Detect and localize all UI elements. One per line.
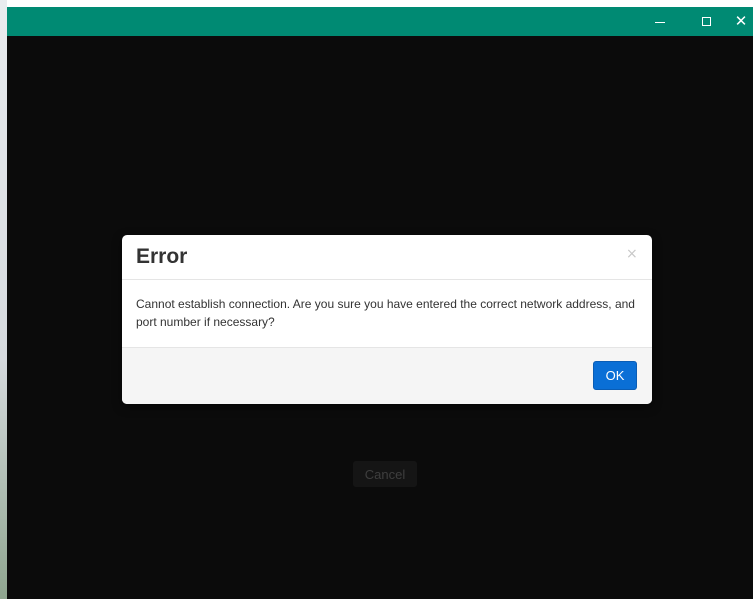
dialog-title: Error [136, 245, 188, 268]
minimize-icon [655, 22, 665, 23]
dialog-close-icon[interactable]: × [626, 246, 638, 262]
minimize-button[interactable] [637, 7, 683, 36]
title-bar[interactable]: ✕ [7, 7, 753, 36]
app-window: ✕ Cancel Error × Cannot establish connec… [7, 7, 753, 599]
desktop-edge [0, 0, 7, 599]
close-window-button[interactable]: ✕ [729, 7, 753, 36]
cancel-button[interactable]: Cancel [353, 461, 417, 487]
close-icon: ✕ [734, 12, 748, 30]
maximize-icon [701, 17, 711, 26]
maximize-button[interactable] [683, 7, 729, 36]
ok-button[interactable]: OK [593, 361, 637, 390]
dialog-header: Error × [122, 235, 652, 280]
dialog-message: Cannot establish connection. Are you sur… [136, 297, 635, 329]
error-dialog: Error × Cannot establish connection. Are… [122, 235, 652, 404]
dialog-footer: OK [122, 347, 652, 404]
